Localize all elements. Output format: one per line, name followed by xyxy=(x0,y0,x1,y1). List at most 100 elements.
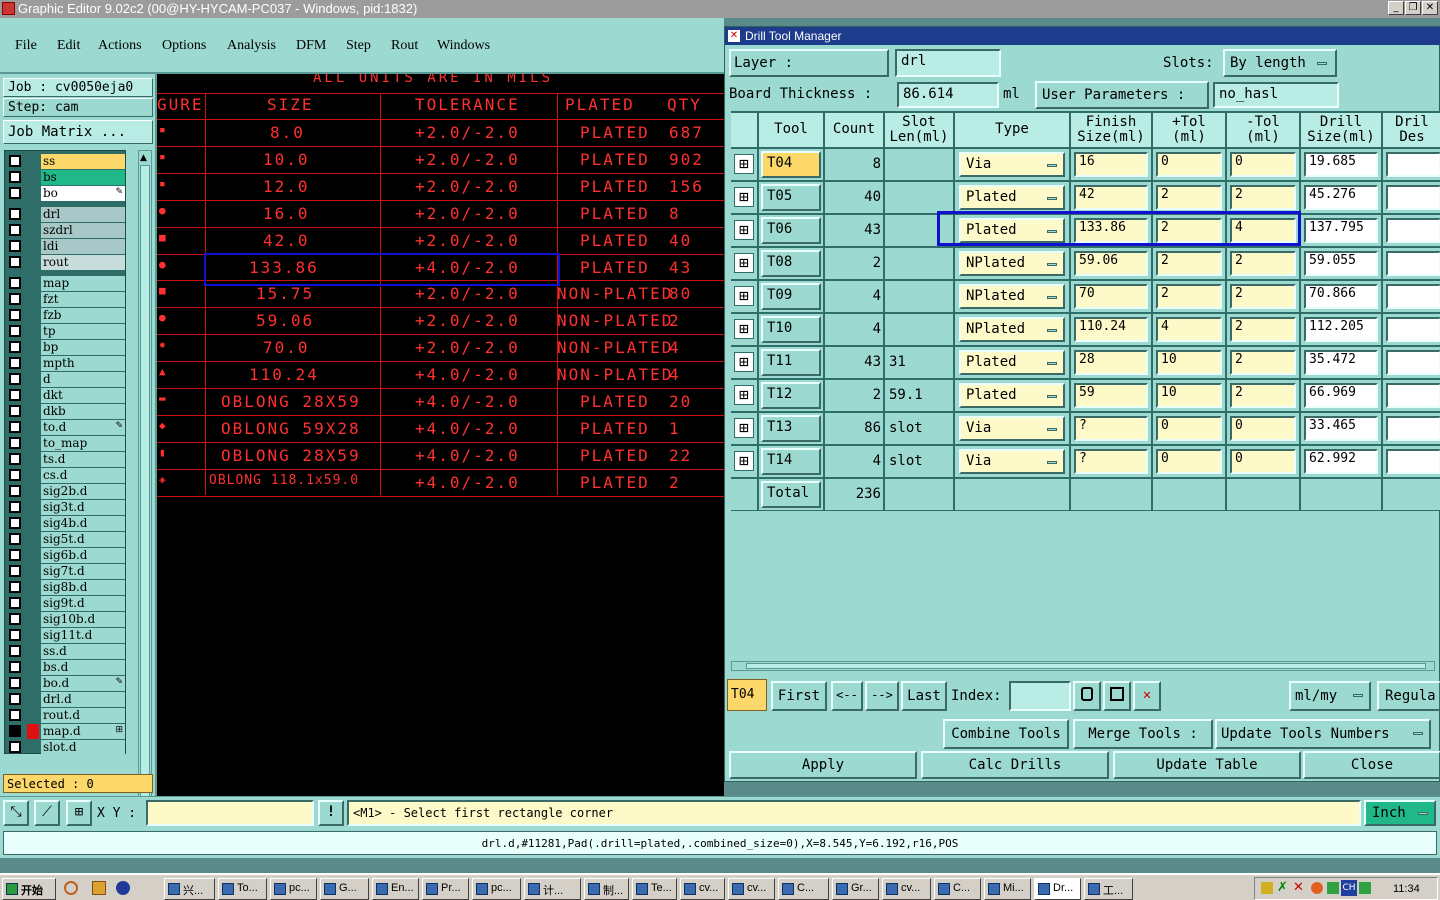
layer-row-fzt[interactable]: fzt xyxy=(7,292,125,307)
taskbar-item[interactable]: pc... xyxy=(472,878,521,900)
tray-icon[interactable] xyxy=(1327,882,1339,894)
tool-type-select[interactable]: Plated xyxy=(959,350,1065,375)
plus-tol-input[interactable]: 0 xyxy=(1156,416,1222,441)
tool-button[interactable]: T10 xyxy=(761,316,821,343)
menu-analysis[interactable]: Analysis xyxy=(227,38,276,54)
plus-tol-input[interactable]: 0 xyxy=(1156,152,1222,177)
drill-size-input[interactable]: 137.795 xyxy=(1304,218,1378,243)
update-table-button[interactable]: Update Table xyxy=(1113,751,1301,779)
layer-checkbox[interactable] xyxy=(9,453,21,465)
expand-icon[interactable]: ⊞ xyxy=(734,220,754,240)
tray-icon[interactable]: ✗ xyxy=(1277,880,1288,895)
layer-row-ts-d[interactable]: ts.d xyxy=(7,452,125,467)
layer-row-bo[interactable]: bo ✎ xyxy=(7,186,125,201)
plus-tol-input[interactable]: 2 xyxy=(1156,284,1222,309)
merge-tools-button[interactable]: Merge Tools : xyxy=(1073,719,1213,749)
layer-row-ss[interactable]: ss xyxy=(7,154,125,169)
expand-icon[interactable]: ⊞ xyxy=(734,352,754,372)
ime-indicator[interactable]: CH xyxy=(1341,880,1357,896)
tool-type-select[interactable]: Via xyxy=(959,152,1065,177)
taskbar-item[interactable]: Pr... xyxy=(422,878,469,900)
layer-checkbox[interactable] xyxy=(9,565,21,577)
finish-size-input[interactable]: 42 xyxy=(1074,185,1148,210)
taskbar-item[interactable]: G... xyxy=(320,878,369,900)
layer-checkbox[interactable] xyxy=(9,373,21,385)
layer-checkbox[interactable] xyxy=(9,645,21,657)
user-parameters-button[interactable]: User Parameters : xyxy=(1035,81,1209,109)
finish-size-input[interactable]: 70 xyxy=(1074,284,1148,309)
tool-button[interactable]: T14 xyxy=(761,448,821,475)
minus-tol-input[interactable]: 0 xyxy=(1230,152,1296,177)
minus-tol-input[interactable]: 2 xyxy=(1230,284,1296,309)
layer-row-rout[interactable]: rout xyxy=(7,255,125,270)
close-button[interactable]: Close xyxy=(1303,751,1440,779)
start-button[interactable]: 开始 xyxy=(2,878,56,900)
expand-icon[interactable]: ⊞ xyxy=(734,451,754,471)
menu-edit[interactable]: Edit xyxy=(57,38,80,54)
tray-icon[interactable] xyxy=(1311,882,1323,894)
drill-size-input[interactable]: 33.465 xyxy=(1304,416,1378,441)
layer-row-sig2b-d[interactable]: sig2b.d xyxy=(7,484,125,499)
layer-checkbox[interactable] xyxy=(9,187,21,199)
zoom-icon[interactable]: ⤡ xyxy=(3,800,29,826)
tool-button[interactable]: T13 xyxy=(761,415,821,442)
scroll-thumb[interactable] xyxy=(140,165,150,825)
calc-drills-button[interactable]: Calc Drills xyxy=(921,751,1109,779)
layer-checkbox[interactable] xyxy=(9,581,21,593)
menu-rout[interactable]: Rout xyxy=(391,38,418,54)
layer-checkbox[interactable] xyxy=(9,208,21,220)
taskbar-item[interactable]: To... xyxy=(218,878,267,900)
layer-checkbox[interactable] xyxy=(9,171,21,183)
drill-des-input[interactable] xyxy=(1386,416,1440,441)
regula-button[interactable]: Regula xyxy=(1377,681,1440,711)
plus-tol-input[interactable]: 4 xyxy=(1156,317,1222,342)
close-icon[interactable]: ✕ xyxy=(1422,1,1438,15)
drill-size-input[interactable]: 35.472 xyxy=(1304,350,1378,375)
layer-checkbox[interactable] xyxy=(9,293,21,305)
menu-options[interactable]: Options xyxy=(162,38,206,54)
layer-checkbox[interactable] xyxy=(9,485,21,497)
drill-des-input[interactable] xyxy=(1386,218,1440,243)
taskbar-item[interactable]: Mi... xyxy=(984,878,1031,900)
layer-row-sig8b-d[interactable]: sig8b.d xyxy=(7,580,125,595)
xy-input[interactable] xyxy=(146,800,314,826)
taskbar-item[interactable]: Te... xyxy=(632,878,677,900)
minus-tol-input[interactable]: 2 xyxy=(1230,317,1296,342)
slots-select[interactable]: By length xyxy=(1223,49,1337,77)
plus-tol-input[interactable]: 10 xyxy=(1156,350,1222,375)
expand-icon[interactable]: ⊞ xyxy=(734,187,754,207)
tool-type-select[interactable]: NPlated xyxy=(959,317,1065,342)
drill-des-input[interactable] xyxy=(1386,185,1440,210)
layer-row-tp[interactable]: tp xyxy=(7,324,125,339)
menu-step[interactable]: Step xyxy=(346,38,371,54)
layer-checkbox[interactable] xyxy=(9,709,21,721)
layer-checkbox[interactable] xyxy=(9,725,21,737)
layer-row-sig4b-d[interactable]: sig4b.d xyxy=(7,516,125,531)
tool-type-select[interactable]: Plated xyxy=(959,185,1065,210)
layer-row-ldi[interactable]: ldi xyxy=(7,239,125,254)
taskbar-item[interactable]: pc... xyxy=(270,878,317,900)
drill-des-input[interactable] xyxy=(1386,449,1440,474)
minus-tol-input[interactable]: 2 xyxy=(1230,350,1296,375)
layer-checkbox[interactable] xyxy=(9,677,21,689)
layer-checkbox[interactable] xyxy=(9,405,21,417)
layer-checkbox[interactable] xyxy=(9,325,21,337)
menu-actions[interactable]: Actions xyxy=(98,38,142,54)
taskbar-item[interactable]: C... xyxy=(934,878,981,900)
drill-size-input[interactable]: 62.992 xyxy=(1304,449,1378,474)
tool-button[interactable]: T08 xyxy=(761,250,821,277)
layer-checkbox[interactable] xyxy=(9,741,21,753)
minus-tol-input[interactable]: 2 xyxy=(1230,383,1296,408)
drill-size-input[interactable]: 70.866 xyxy=(1304,284,1378,309)
units-select[interactable]: ml/my xyxy=(1289,681,1371,711)
plus-tol-input[interactable]: 10 xyxy=(1156,383,1222,408)
tray-icon[interactable] xyxy=(1261,882,1273,894)
apply-button[interactable]: Apply xyxy=(729,751,917,779)
layer-row-fzb[interactable]: fzb xyxy=(7,308,125,323)
layer-checkbox[interactable] xyxy=(9,309,21,321)
scroll-up-icon[interactable]: ▲ xyxy=(140,153,147,163)
finish-size-input[interactable]: 59.06 xyxy=(1074,251,1148,276)
layer-row-slot-d[interactable]: slot.d xyxy=(7,740,125,755)
layer-checkbox[interactable] xyxy=(9,437,21,449)
taskbar-item[interactable]: Dr... xyxy=(1034,878,1081,900)
